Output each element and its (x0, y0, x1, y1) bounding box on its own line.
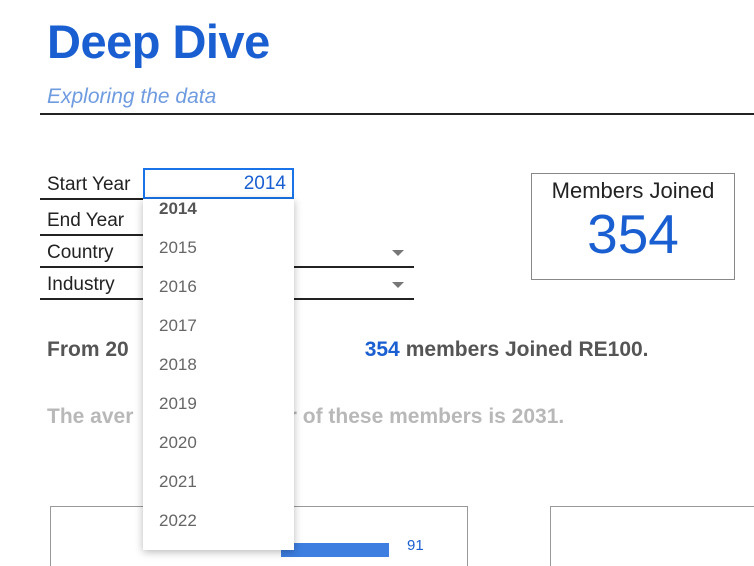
year-option[interactable]: 2015 (143, 238, 294, 277)
start-year-input[interactable]: 2014 (143, 168, 294, 199)
average-prefix: The aver (47, 405, 134, 428)
chart-bar (281, 543, 389, 557)
summary-count: 354 (364, 338, 400, 361)
scorecard-label: Members Joined (551, 178, 715, 203)
industry-label: Industry (47, 274, 115, 295)
start-year-filter[interactable]: Start Year (40, 170, 143, 200)
scorecard-value: 354 (587, 203, 679, 265)
caret-down-icon[interactable] (392, 282, 404, 288)
summary-prefix: From 20 (47, 338, 129, 361)
year-option[interactable]: 2016 (143, 277, 294, 316)
summary-suffix: members Joined RE100. (405, 338, 649, 361)
country-label: Country (47, 242, 114, 263)
year-option[interactable]: 2018 (143, 355, 294, 394)
caret-down-icon[interactable] (392, 250, 404, 256)
year-option[interactable]: 2019 (143, 394, 294, 433)
year-option[interactable]: 2017 (143, 316, 294, 355)
start-year-label: Start Year (47, 174, 131, 195)
year-option[interactable]: 2020 (143, 433, 294, 472)
year-dropdown-list[interactable]: 2014 2015 2016 2017 2018 2019 2020 2021 2022 (143, 199, 294, 550)
members-joined-scorecard: Members Joined 354 (531, 173, 735, 280)
average-suffix: ear of these members is 2031. (265, 405, 565, 428)
summary-sentence: From 20 354 members Joined RE100. (47, 338, 649, 362)
end-year-filter[interactable]: End Year (40, 206, 143, 236)
end-year-label: End Year (47, 210, 125, 231)
year-option[interactable]: 2014 (143, 199, 294, 238)
page-title: Deep Dive (47, 15, 270, 68)
year-option[interactable]: 2021 (143, 472, 294, 511)
chart-card-right (550, 506, 754, 566)
title-divider (40, 113, 754, 115)
year-option[interactable]: 2022 (143, 511, 294, 550)
bar-value-label: 91 (407, 537, 424, 554)
average-sentence: The aver ear of these members is 2031. (47, 405, 564, 429)
page-subtitle: Exploring the data (47, 85, 217, 108)
